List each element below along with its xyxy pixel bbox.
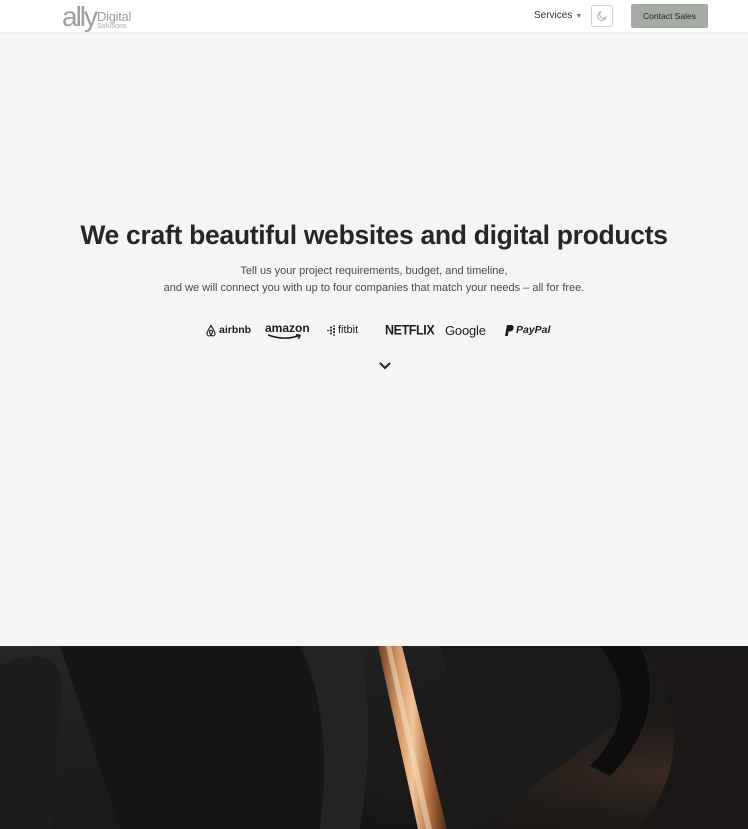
brand-google: Google	[445, 322, 486, 338]
brand-netflix: NETFLIX	[385, 322, 435, 338]
brand-fitbit-text: fitbit	[338, 324, 359, 336]
hero-photo	[0, 646, 748, 829]
chevron-down-icon	[379, 362, 391, 370]
contact-sales-button[interactable]: Contact Sales	[631, 4, 708, 28]
brand-fitbit: fitbit	[326, 320, 358, 340]
client-logos: airbnb amazon fitbit NETFLIX Google PayP…	[0, 320, 748, 340]
nav-services-dropdown[interactable]: Services ▼	[534, 10, 582, 21]
hero-subtitle: Tell us your project requirements, budge…	[0, 263, 748, 297]
hero-subtitle-line-1: Tell us your project requirements, budge…	[240, 265, 508, 277]
moon-icon	[597, 11, 607, 21]
brand-amazon: amazon	[265, 320, 310, 340]
amazon-smile-icon	[267, 334, 302, 340]
airbnb-icon	[206, 323, 216, 337]
chevron-down-icon: ▼	[575, 12, 583, 20]
brand-paypal: PayPal	[505, 320, 550, 340]
brand-airbnb-text: airbnb	[219, 324, 252, 336]
hero-subtitle-line-2: and we will connect you with up to four …	[163, 282, 585, 294]
brand-amazon-text: amazon	[265, 321, 310, 335]
site-header: ally Digital Solutions Services ▼ Contac…	[0, 0, 748, 32]
fitbit-dots-icon	[327, 324, 336, 336]
brand-paypal-text: PayPal	[516, 324, 551, 336]
hero-title: We craft beautiful websites and digital …	[80, 220, 668, 250]
logo-wordmark: ally	[62, 1, 98, 32]
scroll-down-button[interactable]	[378, 360, 392, 372]
logo-subtitle: Digital Solutions	[97, 10, 131, 30]
brand-logo[interactable]: ally Digital Solutions	[62, 1, 131, 32]
theme-toggle-button[interactable]	[591, 5, 613, 27]
paypal-p-icon	[505, 324, 514, 336]
nav-services-label: Services	[534, 10, 573, 21]
brand-airbnb: airbnb	[205, 320, 251, 340]
hero-photo-graphic	[0, 646, 748, 829]
logo-solutions-text: Solutions	[97, 23, 127, 30]
logo-digital-text: Digital	[97, 9, 132, 24]
